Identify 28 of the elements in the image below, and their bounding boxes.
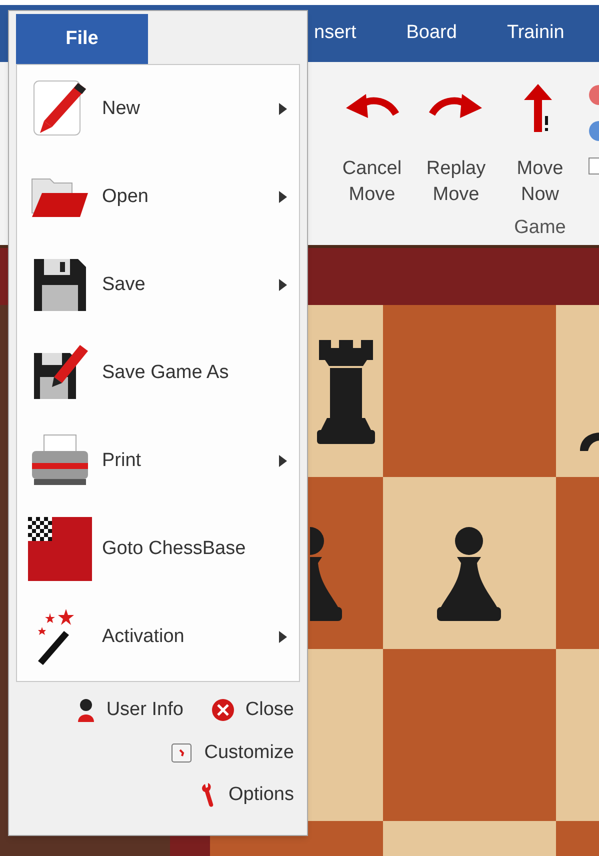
ribbon-tab[interactable]: Trainin [506,19,564,48]
user-icon [76,698,96,722]
ribbon-button[interactable]: Cancel Move [330,80,414,208]
menu-item[interactable]: Print [17,417,299,505]
submenu-arrow-icon [279,279,287,291]
menu-item[interactable]: New [17,65,299,153]
menu-item[interactable]: Open [17,153,299,241]
menu-item[interactable]: Goto ChessBase [17,505,299,593]
square-window-icon [170,740,194,765]
ribbon-group-label: Game [513,216,567,240]
checkered-logo-icon [28,517,92,581]
submenu-arrow-icon [279,103,287,115]
menu-footer-button[interactable]: User Info [76,696,184,724]
menu-item[interactable]: Save [17,241,299,329]
menu-footer-button[interactable]: Options [198,781,294,810]
submenu-arrow-icon [279,455,287,467]
ribbon-button[interactable]: Move Now [498,80,582,208]
menu-footer-button[interactable]: Close [211,696,294,724]
submenu-arrow-icon [279,631,287,643]
ribbon-tab[interactable]: Board [406,19,457,48]
close-icon [211,698,236,722]
menu-footer-button[interactable]: Customize [170,738,294,767]
ribbon-button[interactable]: Replay Move [414,80,498,208]
menu-item[interactable]: Save Game As [17,329,299,417]
menu-item[interactable]: Activation [17,593,299,681]
file-tab[interactable]: File [16,14,148,64]
ribbon-tab[interactable]: nsert [314,19,356,48]
submenu-arrow-icon [279,191,287,203]
